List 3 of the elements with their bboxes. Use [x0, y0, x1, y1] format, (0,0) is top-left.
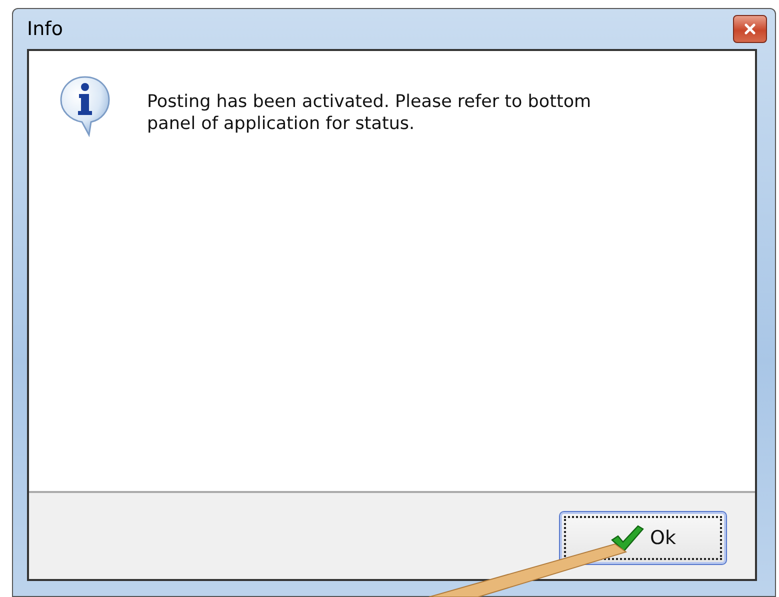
message-text: Posting has been activated. Please refer to bottom panel of application for status.: [147, 91, 592, 135]
window-title: Info: [27, 16, 63, 42]
ok-button[interactable]: Ok: [559, 511, 727, 565]
